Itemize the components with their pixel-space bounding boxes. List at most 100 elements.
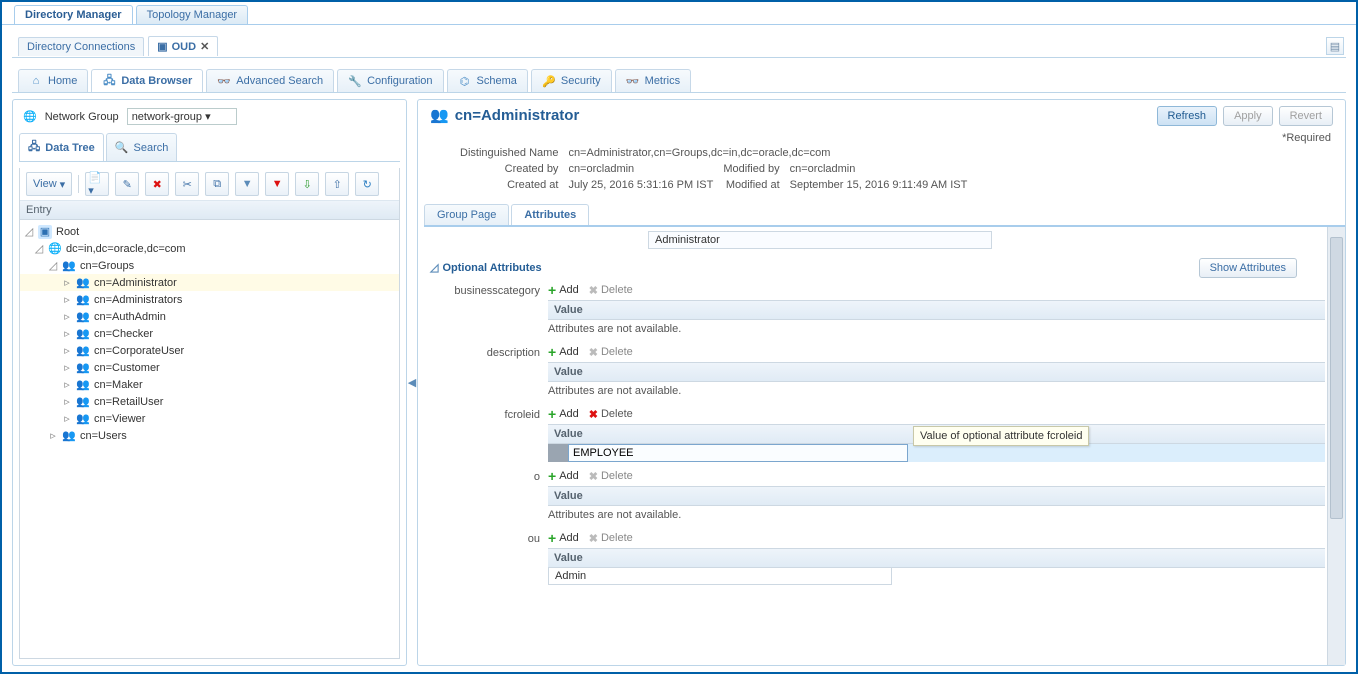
tree-node-users[interactable]: cn=Users: [80, 430, 127, 442]
tab-oud[interactable]: ▣ OUD ✕: [148, 36, 218, 56]
nav-metrics[interactable]: 👓Metrics: [615, 69, 691, 92]
schema-icon: ⌬: [458, 74, 472, 88]
nav-configuration[interactable]: 🔧Configuration: [337, 69, 443, 92]
entry-header: Entry: [20, 201, 399, 220]
expand-toggle[interactable]: ▹: [62, 412, 72, 425]
expand-toggle[interactable]: ◿: [24, 225, 34, 238]
delete-button[interactable]: ✖Delete: [589, 408, 633, 421]
dn-label: Distinguished Name: [460, 146, 566, 160]
delete-button[interactable]: ✖Delete: [589, 470, 633, 483]
edit-button[interactable]: ✎: [115, 172, 139, 196]
value-na: Attributes are not available.: [548, 320, 1325, 338]
network-group-select[interactable]: network-group ▾: [127, 108, 237, 125]
delete-button[interactable]: ✖Delete: [589, 284, 633, 297]
delete-button[interactable]: ✖Delete: [589, 346, 633, 359]
expand-toggle[interactable]: ▹: [62, 361, 72, 374]
show-attributes-button[interactable]: Show Attributes: [1199, 258, 1297, 278]
view-menu[interactable]: View ▾: [26, 172, 72, 196]
tree-node[interactable]: ▹👥cn=Administrators: [20, 291, 399, 308]
nav-advanced-search[interactable]: 👓Advanced Search: [206, 69, 334, 92]
import-button[interactable]: ⇩: [295, 172, 319, 196]
cn-value-box: Administrator: [648, 231, 992, 249]
value-na: Attributes are not available.: [548, 506, 1325, 524]
tree-node[interactable]: ▹👥cn=Customer: [20, 359, 399, 376]
plus-icon: +: [548, 282, 556, 298]
new-entry-button[interactable]: 📄▾: [85, 172, 109, 196]
expand-toggle[interactable]: ▹: [62, 378, 72, 391]
tree-node[interactable]: ▹👥cn=RetailUser: [20, 393, 399, 410]
close-icon[interactable]: ✕: [200, 40, 209, 53]
delete-button[interactable]: ✖Delete: [589, 532, 633, 545]
expand-toggle[interactable]: ◿: [48, 259, 58, 272]
expand-toggle[interactable]: ▹: [48, 429, 58, 442]
nav-schema[interactable]: ⌬Schema: [447, 69, 528, 92]
delete-button[interactable]: ✖: [145, 172, 169, 196]
scrollbar-thumb[interactable]: [1330, 237, 1343, 519]
plus-icon: +: [548, 468, 556, 484]
tree-node[interactable]: ▹👥cn=AuthAdmin: [20, 308, 399, 325]
group-icon: 👥: [76, 276, 90, 290]
tab-search[interactable]: 🔍Search: [106, 133, 178, 161]
directory-tree[interactable]: ◿▣Root ◿🌐dc=in,dc=oracle,dc=com ◿👥cn=Gro…: [20, 220, 399, 658]
attr-label-ou: ou: [428, 528, 548, 545]
value-input-fcroleid[interactable]: [568, 444, 908, 462]
wrench-icon: 🔧: [348, 74, 362, 88]
expand-toggle[interactable]: ▹: [62, 395, 72, 408]
add-button[interactable]: +Add: [548, 282, 579, 298]
root-icon: ▣: [38, 225, 52, 239]
metrics-icon: 👓: [626, 74, 640, 88]
tree-node-dc[interactable]: dc=in,dc=oracle,dc=com: [66, 243, 186, 255]
plus-icon: +: [548, 344, 556, 360]
tree-node[interactable]: ▹👥cn=Administrator: [20, 274, 399, 291]
refresh-button[interactable]: Refresh: [1157, 106, 1218, 126]
row-handle[interactable]: [548, 444, 568, 462]
apply-button[interactable]: Apply: [1223, 106, 1273, 126]
tab-attributes[interactable]: Attributes: [511, 204, 589, 225]
splitter[interactable]: ◀: [407, 99, 417, 666]
expand-toggle[interactable]: ▹: [62, 276, 72, 289]
expand-toggle[interactable]: ▹: [62, 344, 72, 357]
expand-toggle[interactable]: ▹: [62, 293, 72, 306]
tab-topology-manager[interactable]: Topology Manager: [136, 5, 249, 24]
tree-node-root[interactable]: Root: [56, 226, 79, 238]
tab-directory-connections[interactable]: Directory Connections: [18, 37, 144, 56]
group-icon: 👥: [430, 106, 449, 124]
plus-icon: +: [548, 406, 556, 422]
cut-button[interactable]: ✂: [175, 172, 199, 196]
group-icon: 👥: [76, 344, 90, 358]
tree-node-groups[interactable]: cn=Groups: [80, 260, 134, 272]
nav-home[interactable]: ⌂Home: [18, 69, 88, 92]
expand-toggle[interactable]: ▹: [62, 327, 72, 340]
tree-node[interactable]: ▹👥cn=Maker: [20, 376, 399, 393]
tree-icon: 🖧: [102, 74, 116, 88]
disclosure-icon[interactable]: ◿: [430, 261, 438, 274]
group-icon: 👥: [76, 395, 90, 409]
nav-data-browser[interactable]: 🖧Data Browser: [91, 69, 203, 92]
x-icon: ✖: [589, 408, 598, 421]
refresh-button[interactable]: ↻: [355, 172, 379, 196]
expand-toggle[interactable]: ◿: [34, 242, 44, 255]
tab-group-page[interactable]: Group Page: [424, 204, 509, 225]
copy-button[interactable]: ⧉: [205, 172, 229, 196]
tabs-menu-icon[interactable]: ▤: [1326, 37, 1344, 55]
filter-button[interactable]: ▼: [235, 172, 259, 196]
expand-toggle[interactable]: ▹: [62, 310, 72, 323]
value-ou[interactable]: Admin: [548, 568, 892, 585]
export-button[interactable]: ⇧: [325, 172, 349, 196]
add-button[interactable]: +Add: [548, 406, 579, 422]
value-na: Attributes are not available.: [548, 382, 1325, 400]
tree-node[interactable]: ▹👥cn=Viewer: [20, 410, 399, 427]
tree-node[interactable]: ▹👥cn=Checker: [20, 325, 399, 342]
add-button[interactable]: +Add: [548, 468, 579, 484]
tab-data-tree[interactable]: 🖧Data Tree: [19, 133, 104, 161]
tooltip: Value of optional attribute fcroleid: [913, 426, 1089, 446]
add-button[interactable]: +Add: [548, 344, 579, 360]
revert-button[interactable]: Revert: [1279, 106, 1333, 126]
optional-attributes-heading: Optional Attributes: [442, 262, 541, 274]
add-button[interactable]: +Add: [548, 530, 579, 546]
scrollbar[interactable]: [1327, 227, 1345, 665]
nav-security[interactable]: 🔑Security: [531, 69, 612, 92]
tab-directory-manager[interactable]: Directory Manager: [14, 5, 133, 24]
tree-node[interactable]: ▹👥cn=CorporateUser: [20, 342, 399, 359]
clear-filter-button[interactable]: ▼: [265, 172, 289, 196]
